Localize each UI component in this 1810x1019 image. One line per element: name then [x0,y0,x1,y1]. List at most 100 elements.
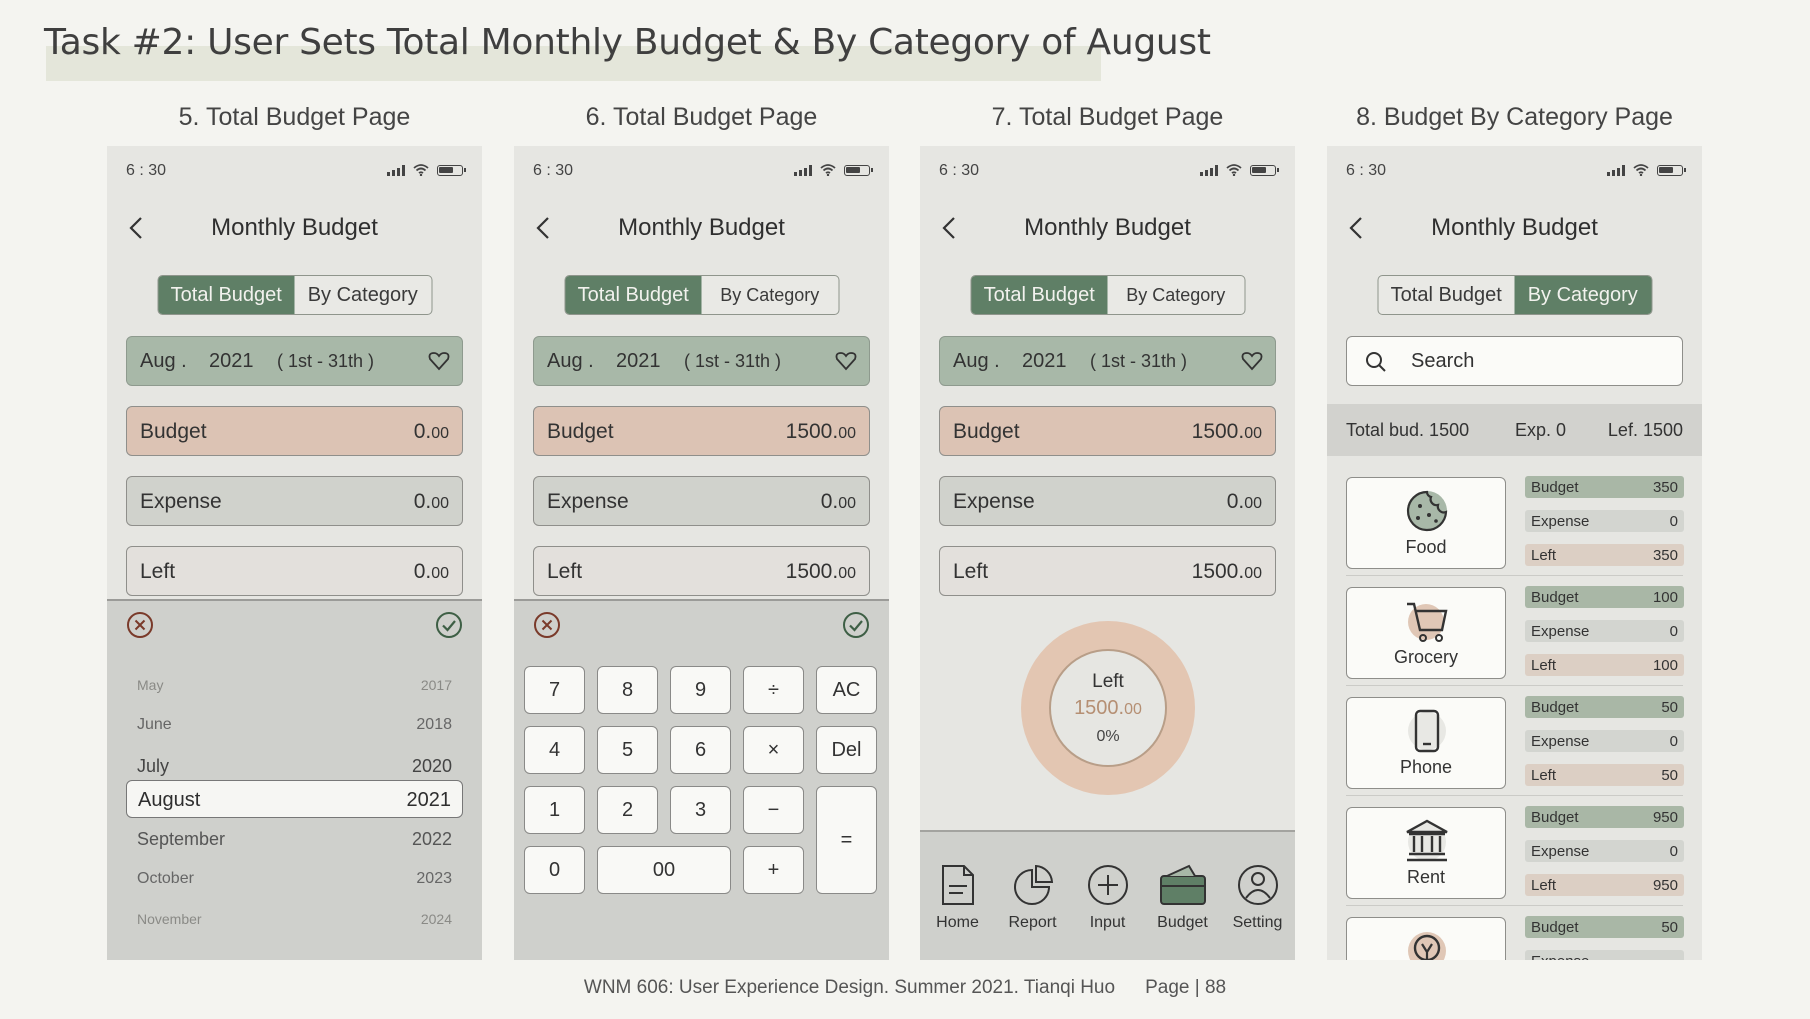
total-budget-text: Total bud. 1500 [1346,420,1470,440]
category-card-phone[interactable]: Phone [1346,697,1506,789]
category-card-utilities[interactable] [1346,917,1506,960]
key-0[interactable]: 0 [524,846,585,894]
tab-by-category[interactable]: By Category [1108,276,1245,314]
left-row: Left 1500.00 [939,546,1276,596]
phone-icon [1408,709,1446,753]
search-icon [1366,352,1386,372]
key-plus[interactable]: + [743,846,804,894]
footer-text: WNM 606: User Experience Design. Summer … [583,977,1116,998]
status-bar: 6 : 30 [533,160,873,182]
picker-toolbar [107,599,482,649]
key-9[interactable]: 9 [670,666,731,714]
signal-icon [1607,164,1625,176]
picker-item[interactable]: September 2022 [126,821,463,859]
month-value: Aug . [953,350,1000,372]
tab-home[interactable]: Home [920,864,995,932]
month-selector[interactable]: Aug . 2021 ( 1st - 31th ) [126,336,463,386]
key-2[interactable]: 2 [597,786,658,834]
wifi-icon [413,164,429,176]
budget-segment-control: Total Budget By Category [1377,275,1652,315]
rent-expense: Expense 0 [1525,840,1684,862]
status-time: 6 : 30 [126,162,167,179]
chevron-heart-icon[interactable] [1241,351,1263,371]
cancel-icon[interactable] [126,611,154,639]
tab-budget[interactable]: Budget [1145,864,1220,932]
key-7[interactable]: 7 [524,666,585,714]
utilities-budget: Budget 50 [1525,916,1684,938]
expense-row: Expense 0.00 [126,476,463,526]
key-double-zero[interactable]: 00 [597,846,731,894]
key-1[interactable]: 1 [524,786,585,834]
key-all-clear[interactable]: AC [816,666,877,714]
wallet-icon [1159,864,1206,905]
key-divide[interactable]: ÷ [743,666,804,714]
phone-expense: Expense 0 [1525,730,1684,752]
budget-label: Budget [547,420,614,443]
tab-by-category[interactable]: By Category [1514,276,1651,314]
key-6[interactable]: 6 [670,726,731,774]
keypad-toolbar [514,599,889,649]
tab-setting[interactable]: Setting [1220,864,1295,932]
status-time: 6 : 30 [1346,162,1387,179]
tab-report[interactable]: Report [995,864,1070,932]
cookie-icon [1406,490,1448,532]
battery-icon [844,164,873,176]
budget-segment-control: Total Budget By Category [970,275,1245,315]
battery-icon [1657,164,1686,176]
picker-item-selected[interactable]: August 2021 [126,780,463,818]
key-8[interactable]: 8 [597,666,658,714]
expense-label: Expense [547,490,629,513]
search-input[interactable]: Search [1346,336,1683,386]
key-3[interactable]: 3 [670,786,731,834]
budget-row[interactable]: Budget 1500.00 [939,406,1276,456]
left-donut-chart: Left 1500.00 0% [1021,621,1195,795]
key-4[interactable]: 4 [524,726,585,774]
page-number: Page | 88 [1145,977,1227,998]
chevron-heart-icon[interactable] [835,351,857,371]
nav-title: Monthly Budget [1431,214,1598,241]
month-selector[interactable]: Aug . 2021 ( 1st - 31th ) [939,336,1276,386]
tab-total-budget[interactable]: Total Budget [1378,276,1515,314]
search-placeholder: Search [1411,350,1475,372]
tab-input[interactable]: Input [1070,864,1145,932]
tab-by-category[interactable]: By Category [702,276,839,314]
key-multiply[interactable]: × [743,726,804,774]
donut-percent: 0% [1096,728,1120,745]
picker-item[interactable]: May 2017 [126,669,463,707]
tab-total-budget[interactable]: Total Budget [158,276,295,314]
tab-by-category[interactable]: By Category [295,276,432,314]
confirm-icon[interactable] [842,611,870,639]
budget-segment-control: Total Budget By Category [157,275,432,315]
signal-icon [387,164,405,176]
budget-row[interactable]: Budget 0.00 [126,406,463,456]
chevron-heart-icon[interactable] [428,351,450,371]
tab-total-budget[interactable]: Total Budget [971,276,1108,314]
expense-row: Expense 0.00 [533,476,870,526]
status-time: 6 : 30 [533,162,574,179]
picker-item[interactable]: October 2023 [126,862,463,900]
picker-item[interactable]: November 2024 [126,903,463,941]
rent-left: Left 950 [1525,874,1684,896]
expense-label: Expense [953,490,1035,513]
budget-value: 1500.00 [785,420,856,443]
confirm-icon[interactable] [435,611,463,639]
category-card-food[interactable]: Food [1346,477,1506,569]
expense-value: 0.00 [820,490,856,513]
budget-row[interactable]: Budget 1500.00 [533,406,870,456]
cancel-icon[interactable] [533,611,561,639]
tab-total-budget[interactable]: Total Budget [565,276,702,314]
key-5[interactable]: 5 [597,726,658,774]
bulb-icon [1408,932,1446,960]
left-value: 1500.00 [1191,560,1262,583]
key-delete[interactable]: Del [816,726,877,774]
month-picker[interactable]: May 2017 June 2018 July 2020 August 2021 Sep… [107,649,482,960]
phone-screen-8: 6 : 30 Monthly Budget Total Budget By Ca… [1327,146,1702,960]
bank-icon [1406,819,1448,862]
category-card-grocery[interactable]: Grocery [1346,587,1506,679]
picker-item[interactable]: June 2018 [126,708,463,746]
key-equals[interactable]: = [816,786,877,894]
category-card-rent[interactable]: Rent [1346,807,1506,899]
month-selector[interactable]: Aug . 2021 ( 1st - 31th ) [533,336,870,386]
key-minus[interactable]: − [743,786,804,834]
year-value: 2021 [209,350,254,372]
